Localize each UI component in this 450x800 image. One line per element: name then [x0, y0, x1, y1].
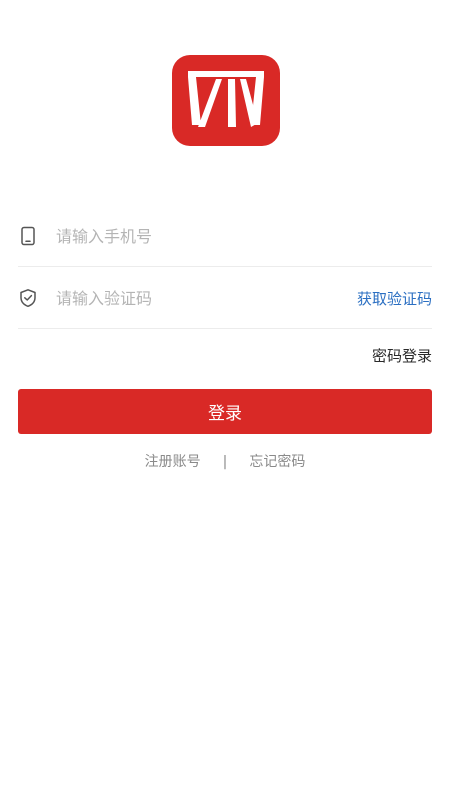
get-code-button[interactable]: 获取验证码 — [357, 288, 432, 309]
login-button[interactable]: 登录 — [18, 389, 432, 434]
phone-input[interactable] — [56, 219, 336, 253]
register-link[interactable]: 注册账号 — [145, 454, 201, 470]
shield-check-icon — [18, 288, 38, 308]
login-page: 获取验证码 密码登录 登录 注册账号 | 忘记密码 — [0, 0, 450, 800]
footer-links: 注册账号 | 忘记密码 — [0, 451, 450, 471]
forgot-password-link[interactable]: 忘记密码 — [249, 454, 305, 470]
verification-code-field: 获取验证码 — [18, 267, 432, 329]
separator: | — [222, 454, 228, 470]
phone-icon — [18, 226, 38, 246]
verification-code-input[interactable] — [56, 281, 336, 315]
phone-field — [18, 205, 432, 267]
password-login-link[interactable]: 密码登录 — [372, 345, 432, 366]
app-logo-icon — [172, 55, 280, 146]
